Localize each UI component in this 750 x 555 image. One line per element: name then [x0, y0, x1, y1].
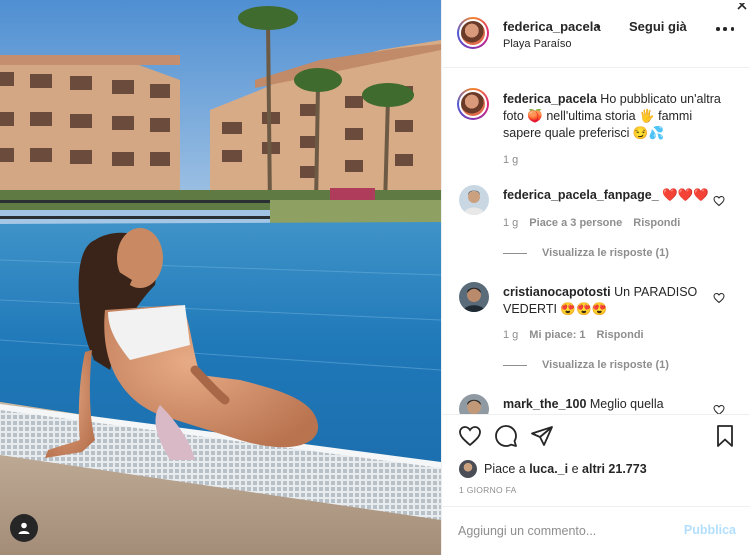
comment-username[interactable]: mark_the_100 — [503, 397, 586, 411]
comment-avatar[interactable] — [459, 394, 489, 414]
comment-username[interactable]: federica_pacela_fanpage_ — [503, 188, 659, 202]
post-location[interactable]: Playa Paraíso — [503, 38, 571, 50]
share-icon[interactable] — [530, 424, 554, 448]
add-comment-bar: Pubblica — [442, 506, 750, 555]
comments-list[interactable]: federica_pacela Ho pubblicato un'altra f… — [442, 69, 750, 414]
comment-heart-icon[interactable] — [713, 404, 725, 414]
likes-prefix: Piace a — [484, 462, 526, 476]
comment-input[interactable] — [458, 522, 678, 540]
comment-text: cristianocapotosti Un PARADISO VEDERTI 😍… — [503, 284, 713, 318]
post-side-panel: federica_pacela • Segui già Playa Paraís… — [441, 0, 750, 555]
author-username[interactable]: federica_pacela — [503, 19, 601, 34]
post-header: federica_pacela • Segui già Playa Paraís… — [442, 0, 750, 68]
comment-heart-icon[interactable] — [713, 292, 725, 304]
comment-time[interactable]: 1 g — [503, 329, 518, 341]
comment-avatar[interactable] — [459, 185, 489, 215]
comment-body: ❤️❤️❤️ — [662, 188, 709, 202]
user-tag-icon[interactable] — [10, 514, 38, 542]
reply-button[interactable]: Rispondi — [633, 217, 680, 229]
comment-meta: 1 g Piace a 3 persone Rispondi — [503, 217, 680, 229]
view-replies-label: Visualizza le risposte (1) — [542, 247, 669, 259]
likes-summary: Piace a luca._i e altri 21.773 — [459, 460, 647, 478]
more-icon[interactable] — [716, 27, 734, 33]
liker-avatar[interactable] — [459, 460, 477, 478]
posted-time[interactable]: 1 GIORNO FA — [459, 485, 517, 495]
bookmark-icon[interactable] — [713, 424, 737, 448]
caption-text: federica_pacela Ho pubblicato un'altra f… — [503, 91, 733, 142]
comment-likes[interactable]: Piace a 3 persone — [529, 217, 622, 229]
view-replies-label: Visualizza le risposte (1) — [542, 359, 669, 371]
comment-body: Meglio quella — [589, 397, 664, 411]
view-replies-button[interactable]: Visualizza le risposte (1) — [503, 359, 669, 371]
replies-divider — [503, 364, 527, 366]
caption-avatar[interactable] — [457, 88, 489, 120]
view-replies-button[interactable]: Visualizza le risposte (1) — [503, 247, 669, 259]
reply-button[interactable]: Rispondi — [597, 329, 644, 341]
comment-username[interactable]: cristianocapotosti — [503, 285, 611, 299]
heart-icon[interactable] — [458, 424, 482, 448]
post-photo[interactable] — [0, 0, 441, 555]
publish-button[interactable]: Pubblica — [684, 523, 736, 537]
comment-heart-icon[interactable] — [713, 195, 725, 207]
comment-text: mark_the_100 Meglio quella — [503, 396, 713, 413]
likes-middle: e — [571, 462, 579, 476]
comment-text: federica_pacela_fanpage_ ❤️❤️❤️ — [503, 187, 713, 204]
likes-others[interactable]: altri 21.773 — [582, 462, 647, 476]
comment-meta: 1 g Mi piace: 1 Rispondi — [503, 329, 644, 341]
comment-likes[interactable]: Mi piace: 1 — [529, 329, 585, 341]
comment-icon[interactable] — [494, 424, 518, 448]
comment-avatar[interactable] — [459, 282, 489, 312]
author-avatar[interactable] — [457, 17, 489, 49]
close-icon[interactable] — [736, 0, 750, 10]
caption-time[interactable]: 1 g — [503, 154, 518, 166]
follow-status-button[interactable]: Segui già — [629, 19, 687, 34]
replies-divider — [503, 252, 527, 254]
comment-time[interactable]: 1 g — [503, 217, 518, 229]
liker-username[interactable]: luca._i — [529, 462, 568, 476]
separator-dot: • — [596, 19, 601, 34]
caption-username[interactable]: federica_pacela — [503, 92, 597, 106]
photo-scene — [0, 0, 441, 555]
